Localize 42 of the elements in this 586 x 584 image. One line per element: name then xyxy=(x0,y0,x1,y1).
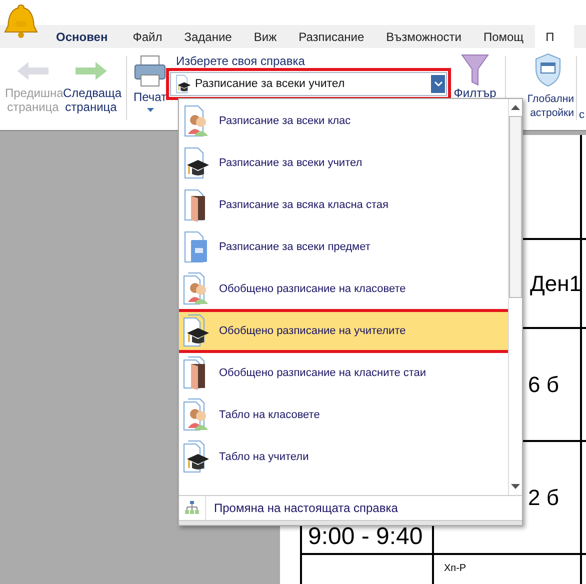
menu-tab[interactable]: Файл xyxy=(122,25,174,48)
printer-icon xyxy=(133,54,167,88)
hierarchy-icon xyxy=(185,501,199,516)
people-icon xyxy=(183,272,209,306)
change-report-button[interactable]: Промяна на настоящата справка xyxy=(179,495,522,520)
menu-tab[interactable]: Задание xyxy=(173,25,243,48)
table-cell: Хп-Р xyxy=(432,553,580,584)
report-label: Изберете своя справка xyxy=(175,54,306,70)
right-arrow-icon xyxy=(74,60,108,82)
left-arrow-icon xyxy=(16,60,50,82)
mortarboard-icon xyxy=(183,146,209,180)
funnel-icon xyxy=(460,52,490,88)
people-icon xyxy=(183,398,209,432)
scroll-down-icon xyxy=(511,484,520,490)
bell-logo-icon xyxy=(4,2,38,40)
menu-tab[interactable]: Възможности xyxy=(375,25,472,48)
mortarboard-icon xyxy=(183,314,209,348)
menu-tab[interactable]: Виж xyxy=(242,25,288,48)
report-option[interactable]: Разписание за всеки учител xyxy=(179,142,508,184)
filter-button[interactable]: Филтър xyxy=(451,48,499,100)
report-option[interactable]: Обобщено разписание на учителите xyxy=(179,310,508,352)
scrollbar[interactable] xyxy=(508,99,522,496)
menu-tab[interactable]: П xyxy=(534,25,574,48)
menu-tab[interactable]: Разписание xyxy=(288,25,376,48)
mortarboard-icon xyxy=(183,440,209,474)
shield-button[interactable]: Глобални астройки xyxy=(522,48,574,120)
report-option[interactable]: Разписание за всеки клас xyxy=(179,100,508,142)
partial-button[interactable]: с xyxy=(579,48,586,122)
book-icon xyxy=(183,230,209,264)
home-tab[interactable]: Основен xyxy=(46,25,122,48)
teacher-icon xyxy=(175,74,191,94)
next-button[interactable]: Следваща страница xyxy=(62,48,120,114)
shield-icon xyxy=(533,52,563,88)
menu-tab[interactable]: Помощ xyxy=(472,25,535,48)
scroll-thumb[interactable] xyxy=(509,116,522,298)
print-button[interactable]: Печат xyxy=(133,48,167,112)
scroll-up-icon xyxy=(511,105,520,110)
caret-icon xyxy=(146,108,154,112)
resize-grip[interactable] xyxy=(179,520,522,525)
report-option[interactable]: Разписание за всяка класна стая xyxy=(179,184,508,226)
people-icon xyxy=(183,104,209,138)
chevron-down-icon xyxy=(434,81,442,87)
